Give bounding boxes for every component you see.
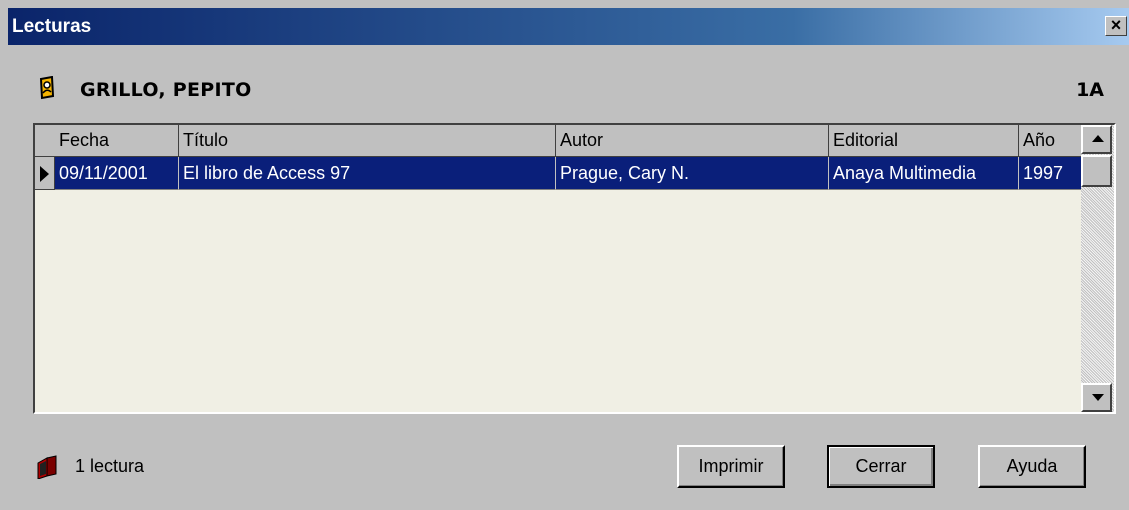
student-card-icon bbox=[39, 76, 55, 100]
cell-anio[interactable]: 1997 bbox=[1019, 157, 1083, 190]
books-icon bbox=[37, 455, 57, 479]
student-name: GRILLO, PEPITO bbox=[80, 79, 252, 101]
column-header-editorial[interactable]: Editorial bbox=[829, 125, 1019, 157]
help-button[interactable]: Ayuda bbox=[978, 445, 1086, 488]
readings-table[interactable]: Fecha Título Autor Editorial Año 09/11/2… bbox=[33, 123, 1116, 414]
group-code: 1A bbox=[1076, 79, 1104, 101]
arrow-up-icon bbox=[1092, 135, 1104, 142]
window-title: Lecturas bbox=[12, 16, 92, 37]
title-bar[interactable]: Lecturas × bbox=[8, 8, 1129, 45]
scroll-down-button[interactable] bbox=[1081, 383, 1112, 412]
arrow-down-icon bbox=[1092, 394, 1104, 401]
column-header-titulo[interactable]: Título bbox=[179, 125, 556, 157]
column-header-anio[interactable]: Año bbox=[1019, 125, 1083, 157]
close-button[interactable]: Cerrar bbox=[827, 445, 935, 488]
scroll-up-button[interactable] bbox=[1081, 125, 1112, 154]
readings-count: 1 lectura bbox=[75, 456, 145, 476]
scroll-thumb[interactable] bbox=[1081, 155, 1112, 187]
lecturas-window: Lecturas × GRILLO, PEPITO 1A Fecha Títul… bbox=[0, 0, 1129, 510]
column-header-fecha[interactable]: Fecha bbox=[55, 125, 179, 157]
cell-editorial[interactable]: Anaya Multimedia bbox=[829, 157, 1019, 190]
header-selector-corner bbox=[35, 125, 56, 157]
print-button[interactable]: Imprimir bbox=[677, 445, 785, 488]
column-header-autor[interactable]: Autor bbox=[556, 125, 829, 157]
cell-fecha[interactable]: 09/11/2001 bbox=[55, 157, 179, 190]
cell-titulo[interactable]: El libro de Access 97 bbox=[179, 157, 556, 190]
close-window-button[interactable]: × bbox=[1105, 16, 1127, 36]
vertical-scrollbar[interactable] bbox=[1081, 125, 1114, 412]
cell-autor[interactable]: Prague, Cary N. bbox=[556, 157, 829, 190]
table-row[interactable]: 09/11/2001 El libro de Access 97 Prague,… bbox=[35, 157, 1083, 190]
